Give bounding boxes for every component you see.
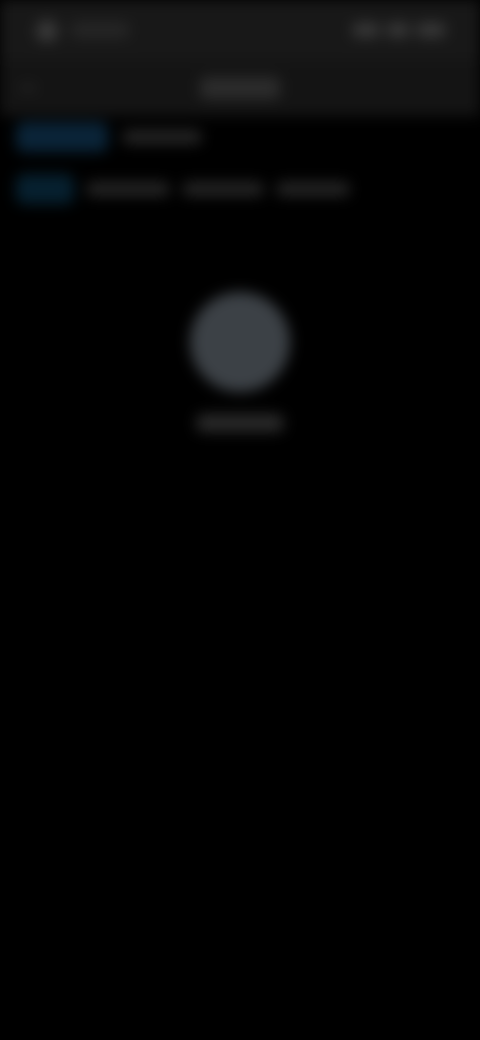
status-bar	[0, 0, 480, 60]
filter-chip[interactable]	[16, 122, 108, 152]
blur-overlay	[0, 0, 480, 1040]
profile-avatar[interactable]	[190, 292, 290, 392]
wifi-icon	[386, 23, 410, 37]
filter-row-1	[16, 122, 216, 152]
status-bar-right	[352, 20, 452, 42]
filter-label-placeholder	[182, 182, 264, 196]
filter-label-placeholder	[122, 130, 202, 144]
filter-chip[interactable]	[16, 174, 74, 204]
page-title-placeholder	[200, 77, 280, 99]
app-icon	[36, 20, 58, 42]
signal-icon	[352, 23, 380, 37]
back-button[interactable]	[14, 74, 42, 102]
status-text-placeholder	[70, 22, 130, 38]
filter-label-placeholder	[86, 182, 170, 196]
back-arrow-icon	[20, 86, 36, 90]
profile-name-placeholder	[196, 414, 284, 432]
blurred-screen	[0, 0, 480, 1040]
filter-row-2	[16, 174, 356, 204]
app-header	[0, 60, 480, 116]
status-bar-left	[30, 14, 140, 44]
battery-icon	[416, 23, 446, 37]
filter-label-placeholder	[276, 182, 350, 196]
avatar-icon	[190, 292, 290, 392]
